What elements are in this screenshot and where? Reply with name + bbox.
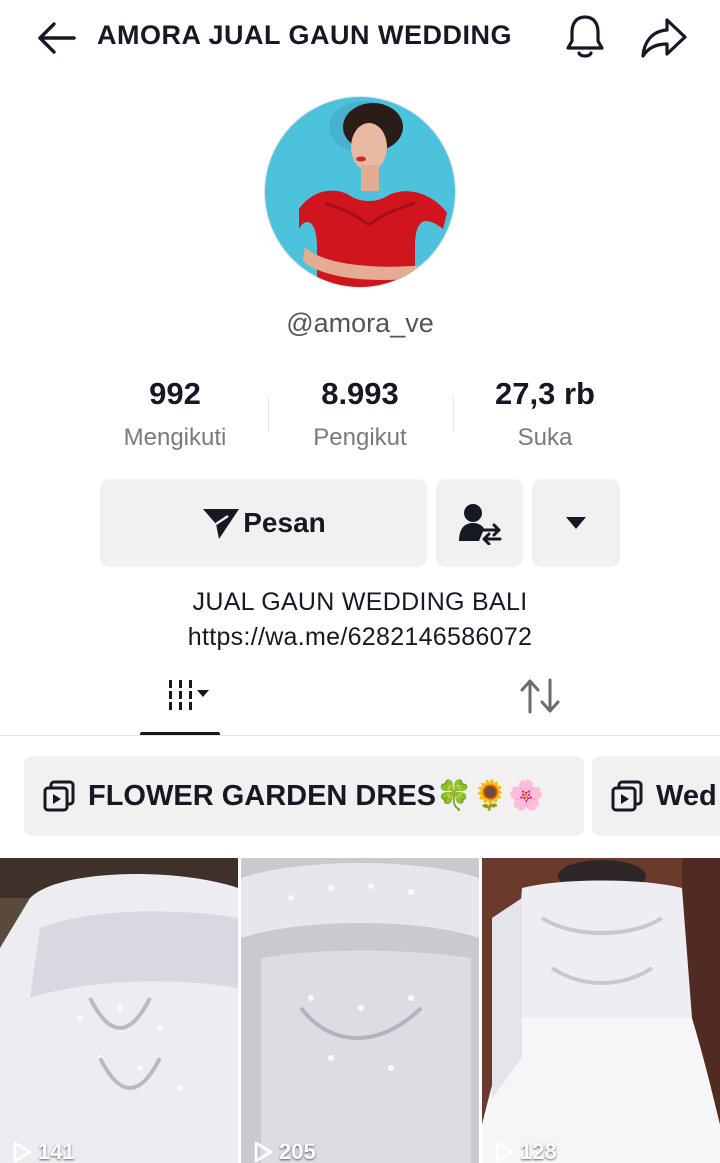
play-icon (254, 1141, 273, 1163)
profile-photo (265, 97, 455, 287)
stat-followers[interactable]: 8.993 Pengikut (265, 376, 455, 452)
bio-text: JUAL GAUN WEDDING BALI (192, 588, 528, 616)
top-bar: AMORA JUAL GAUN WEDDING (0, 0, 720, 76)
playlist-chip[interactable]: Wed (592, 756, 720, 836)
tab-reposts[interactable] (500, 670, 580, 730)
view-count-value: 128 (520, 1139, 557, 1163)
video-thumbnail[interactable]: 128 (482, 858, 720, 1163)
playlist-icon (43, 780, 75, 812)
stat-value: 992 (149, 376, 201, 411)
play-icon (13, 1141, 32, 1163)
stat-following[interactable]: 992 Mengikuti (80, 376, 270, 452)
stat-label: Suka (517, 424, 573, 451)
page-title: AMORA JUAL GAUN WEDDING (97, 20, 512, 50)
view-count: 141 (12, 1139, 75, 1163)
video-thumbnail[interactable]: 141 (0, 858, 238, 1163)
stat-label: Mengikuti (123, 424, 227, 451)
share-icon (641, 18, 687, 58)
user-swap-icon (458, 504, 501, 545)
playlist-label: Wed (656, 779, 717, 812)
stat-value: 8.993 (321, 376, 399, 411)
tab-videos[interactable] (140, 670, 220, 736)
playlist-label: FLOWER GARDEN DRES🍀🌻🌸 (88, 780, 545, 812)
bell-icon (566, 15, 604, 58)
repost-icon (520, 678, 560, 714)
video-thumbnail-image (241, 858, 479, 1163)
notification-bell-button[interactable] (560, 12, 610, 62)
play-icon (495, 1141, 514, 1163)
paper-plane-icon (203, 509, 240, 539)
stat-label: Pengikut (313, 424, 407, 451)
playlist-chip[interactable]: FLOWER GARDEN DRES🍀🌻🌸 (24, 756, 584, 836)
view-count: 128 (494, 1139, 557, 1163)
message-button-label: Pesan (243, 507, 326, 538)
caret-down-icon (566, 517, 586, 529)
view-count-value: 141 (38, 1139, 75, 1163)
grid-icon (169, 680, 209, 710)
message-button[interactable]: Pesan (100, 479, 427, 567)
share-button[interactable] (636, 12, 692, 64)
video-thumbnail-image (482, 858, 720, 1163)
arrow-left-icon (38, 22, 76, 54)
video-thumbnail-image (0, 858, 238, 1163)
stat-value: 27,3 rb (495, 376, 595, 411)
profile-avatar[interactable] (264, 96, 456, 288)
playlist-icon (611, 780, 643, 812)
stat-likes[interactable]: 27,3 rb Suka (450, 376, 640, 452)
more-options-button[interactable] (532, 479, 620, 567)
username: @amora_ve (286, 308, 434, 338)
view-count-value: 205 (279, 1139, 316, 1163)
bio-link[interactable]: https://wa.me/6282146586072 (0, 623, 720, 652)
follow-user-button[interactable] (436, 479, 523, 567)
view-count: 205 (253, 1139, 316, 1163)
video-thumbnail[interactable]: 205 (241, 858, 479, 1163)
back-button[interactable] (30, 14, 82, 62)
tab-divider (0, 735, 720, 736)
